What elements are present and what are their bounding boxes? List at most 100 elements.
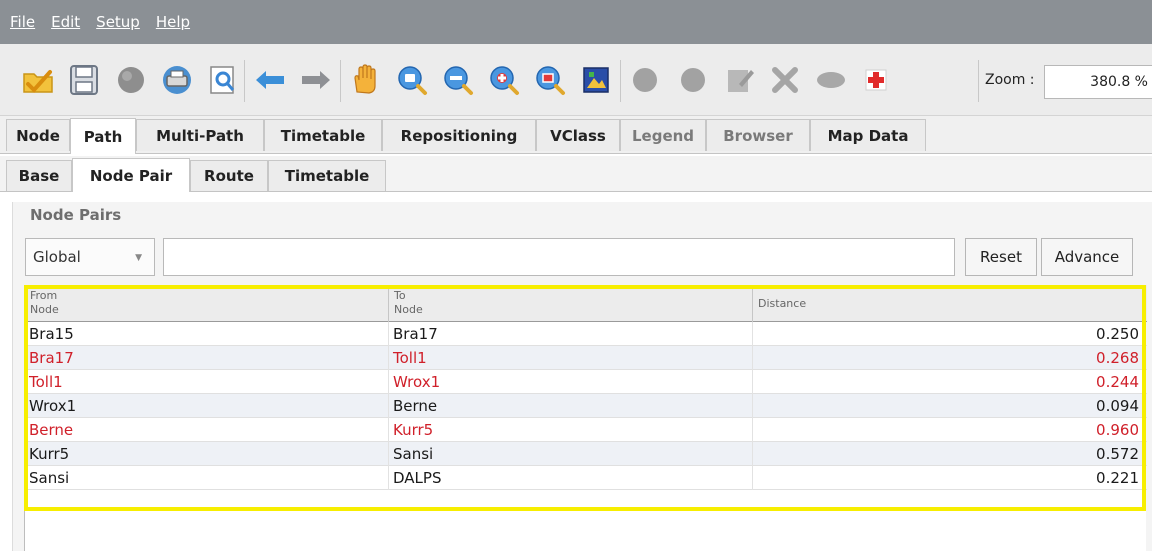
print-icon[interactable] xyxy=(159,62,195,98)
cell-to-node: Toll1 xyxy=(389,346,753,370)
cell-distance: 0.094 xyxy=(1096,397,1139,415)
tab-node-pair-label: Node Pair xyxy=(89,166,173,185)
open-folder-icon[interactable] xyxy=(20,62,56,98)
cell-distance: 0.960 xyxy=(1096,421,1139,439)
image-icon[interactable] xyxy=(578,62,614,98)
disabled-circle-icon[interactable] xyxy=(627,62,663,98)
zoom-out-icon[interactable] xyxy=(440,62,476,98)
tab-multi-path[interactable]: Multi-Path xyxy=(136,119,264,151)
zoom-window-icon[interactable] xyxy=(532,62,568,98)
zoom-input[interactable] xyxy=(1044,65,1152,99)
advance-button[interactable]: Advance xyxy=(1041,238,1133,276)
cell-to-node: Sansi xyxy=(389,442,753,466)
tab-sub-timetable[interactable]: Timetable xyxy=(268,160,386,191)
tab-node-label: Node xyxy=(16,126,60,145)
table-row[interactable]: Toll1 Wrox1 0.244 xyxy=(25,370,1147,394)
save-icon[interactable] xyxy=(66,62,102,98)
cell-from-node: Bra15 xyxy=(25,322,389,346)
tab-timetable-label: Timetable xyxy=(280,126,366,145)
scope-select[interactable]: Global ▼ xyxy=(25,238,155,276)
tab-timetable[interactable]: Timetable xyxy=(264,119,382,151)
tab-multi-path-label: Multi-Path xyxy=(156,126,244,145)
table-row[interactable]: Bra17 Toll1 0.268 xyxy=(25,346,1147,370)
table-row[interactable]: Sansi DALPS 0.221 xyxy=(25,466,1147,490)
cell-from-node: Berne xyxy=(25,418,389,442)
tab-route-label: Route xyxy=(204,167,254,185)
node-pair-table: From Node To Node Distance Bra15 Bra17 0… xyxy=(24,285,1147,551)
zoom-in-icon[interactable] xyxy=(486,62,522,98)
menu-help-label: Help xyxy=(155,13,191,31)
tab-vclass[interactable]: VClass xyxy=(536,119,620,151)
tab-path[interactable]: Path xyxy=(70,118,136,154)
column-header-to-line1: To xyxy=(394,289,406,302)
tab-base-label: Base xyxy=(18,167,60,185)
cell-to-node: Berne xyxy=(389,394,753,418)
cell-distance: 0.268 xyxy=(1096,349,1139,367)
disabled-edit-icon[interactable] xyxy=(721,62,757,98)
tab-map-data[interactable]: Map Data xyxy=(810,119,926,151)
menu-edit[interactable]: Edit xyxy=(43,0,88,44)
cell-distance: 0.221 xyxy=(1096,469,1139,487)
table-row[interactable]: Wrox1 Berne 0.094 xyxy=(25,394,1147,418)
menu-setup-label: Setup xyxy=(96,13,140,31)
reset-button[interactable]: Reset xyxy=(965,238,1037,276)
tab-browser[interactable]: Browser xyxy=(706,119,810,151)
toolbar: Zoom : xyxy=(0,44,1152,116)
sub-tab-bar: Base Node Pair Route Timetable xyxy=(0,156,1152,192)
pan-hand-icon[interactable] xyxy=(347,62,383,98)
cell-from-node: Kurr5 xyxy=(25,442,389,466)
column-header-from-line2: Node xyxy=(30,303,59,316)
cell-to-node: Wrox1 xyxy=(389,370,753,394)
delete-icon[interactable] xyxy=(767,62,803,98)
undo-icon[interactable] xyxy=(252,62,288,98)
menu-file[interactable]: File xyxy=(2,0,43,44)
menu-setup[interactable]: Setup xyxy=(88,0,148,44)
column-header-from-line1: From xyxy=(30,289,58,302)
menu-edit-label: Edit xyxy=(51,13,81,31)
tab-browser-label: Browser xyxy=(723,126,793,145)
cell-from-node: Sansi xyxy=(25,466,389,490)
tab-sub-timetable-label: Timetable xyxy=(284,167,370,185)
column-header-distance[interactable]: Distance xyxy=(753,285,1147,322)
filter-input[interactable] xyxy=(163,238,955,276)
table-row[interactable]: Bra15 Bra17 0.250 xyxy=(25,322,1147,346)
tab-map-data-label: Map Data xyxy=(827,126,909,145)
chevron-down-icon: ▼ xyxy=(135,253,142,263)
cell-to-node: Kurr5 xyxy=(389,418,753,442)
main-tab-bar: Node Path Multi-Path Timetable Repositio… xyxy=(0,116,1152,154)
column-header-to-node[interactable]: To Node xyxy=(389,285,753,322)
disabled-circle-icon[interactable] xyxy=(675,62,711,98)
disabled-ellipse-icon[interactable] xyxy=(813,62,849,98)
zoom-label: Zoom : xyxy=(985,72,1035,88)
tab-base[interactable]: Base xyxy=(6,160,72,191)
tab-node-pair[interactable]: Node Pair xyxy=(72,158,190,192)
cell-from-node: Wrox1 xyxy=(25,394,389,418)
column-header-to-line2: Node xyxy=(394,303,423,316)
column-header-from-node[interactable]: From Node xyxy=(25,285,389,322)
redo-icon[interactable] xyxy=(298,62,334,98)
scope-select-value: Global xyxy=(33,248,81,266)
menu-help[interactable]: Help xyxy=(148,0,198,44)
table-row[interactable]: Berne Kurr5 0.960 xyxy=(25,418,1147,442)
cell-distance: 0.572 xyxy=(1096,445,1139,463)
column-header-distance-label: Distance xyxy=(758,296,807,310)
tab-route[interactable]: Route xyxy=(190,160,268,191)
cell-distance: 0.250 xyxy=(1096,325,1139,343)
cell-distance: 0.244 xyxy=(1096,373,1139,391)
tab-vclass-label: VClass xyxy=(550,126,606,145)
tab-repositioning[interactable]: Repositioning xyxy=(382,119,536,151)
panel-title: Node Pairs xyxy=(30,206,122,224)
cell-to-node: Bra17 xyxy=(389,322,753,346)
menu-file-label: File xyxy=(10,13,36,31)
reset-button-label: Reset xyxy=(980,248,1022,266)
table-row[interactable]: Kurr5 Sansi 0.572 xyxy=(25,442,1147,466)
advance-button-label: Advance xyxy=(1054,248,1120,266)
globe-icon[interactable] xyxy=(113,62,149,98)
cell-from-node: Toll1 xyxy=(25,370,389,394)
zoom-fit-icon[interactable] xyxy=(394,62,430,98)
tab-node[interactable]: Node xyxy=(6,119,70,151)
cell-from-node: Bra17 xyxy=(25,346,389,370)
preview-icon[interactable] xyxy=(205,62,241,98)
add-icon[interactable] xyxy=(858,62,894,98)
tab-legend[interactable]: Legend xyxy=(620,119,706,151)
